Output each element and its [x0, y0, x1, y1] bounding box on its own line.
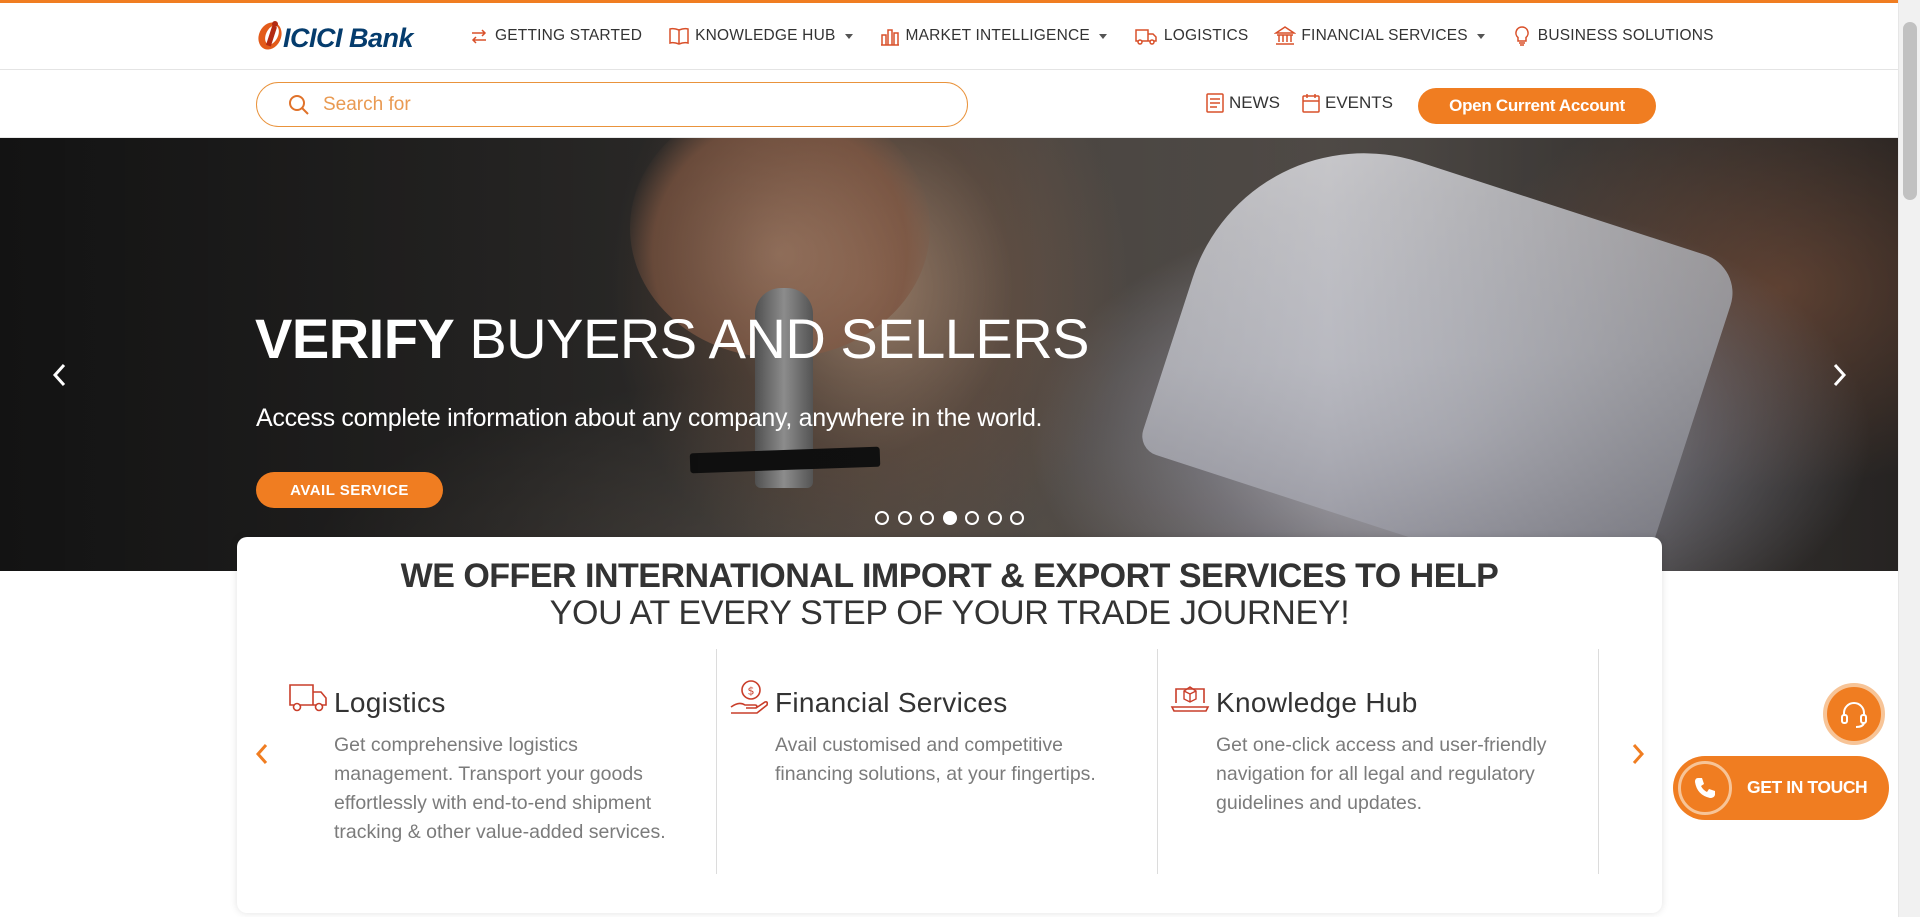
logo-text: ICICI Bank [283, 22, 414, 53]
truck-icon [289, 684, 327, 712]
truck-icon [1135, 29, 1157, 45]
nav-market-intelligence[interactable]: MARKET INTELLIGENCE [879, 25, 1107, 47]
lightbulb-icon [1515, 26, 1529, 46]
news-icon [1206, 93, 1224, 113]
icici-logo-mark-icon [255, 17, 287, 53]
nav-business-solutions[interactable]: BUSINESS SOLUTIONS [1511, 25, 1714, 47]
svg-text:$: $ [748, 685, 755, 698]
services-offer-card: WE OFFER INTERNATIONAL IMPORT & EXPORT S… [237, 537, 1662, 913]
services-next-button[interactable] [1625, 739, 1651, 769]
chevron-left-icon [255, 744, 268, 764]
nav-logistics[interactable]: LOGISTICS [1133, 25, 1248, 47]
service-description: Get comprehensive logistics management. … [334, 734, 666, 843]
chevron-right-icon [1833, 363, 1847, 387]
hero-title: VERIFY BUYERS AND SELLERS [255, 306, 1090, 371]
service-divider [716, 649, 717, 874]
hero-title-rest: BUYERS AND SELLERS [469, 307, 1090, 370]
nav-financial-services[interactable]: FINANCIAL SERVICES [1274, 25, 1485, 47]
service-card-knowledge-hub[interactable]: Knowledge Hub Get one-click access and u… [1164, 647, 1604, 870]
carousel-dot-4[interactable] [942, 511, 957, 525]
money-hand-icon: $ [730, 680, 769, 714]
service-divider [1598, 649, 1599, 874]
service-description: Get one-click access and user-friendly n… [1216, 734, 1547, 814]
carousel-dot-5[interactable] [965, 511, 979, 525]
carousel-prev-button[interactable] [45, 360, 75, 390]
avail-service-button[interactable]: AVAIL SERVICE [256, 472, 443, 508]
events-link[interactable]: EVENTS [1301, 92, 1393, 114]
nav-knowledge-hub-label: KNOWLEDGE HUB [695, 27, 836, 44]
carousel-dot-2[interactable] [897, 511, 912, 525]
chevron-down-icon [1098, 33, 1107, 39]
service-card-logistics[interactable]: Logistics Get comprehensive logistics ma… [282, 647, 722, 870]
phone-icon [1695, 778, 1715, 798]
nav-getting-started-label: GETTING STARTED [495, 27, 643, 44]
carousel-next-button[interactable] [1824, 360, 1854, 390]
service-divider [1157, 649, 1158, 874]
hero-subtitle: Access complete information about any co… [256, 404, 1043, 432]
page-scrollbar[interactable] [1898, 0, 1920, 917]
bank-icon [1274, 26, 1297, 45]
open-current-account-button[interactable]: Open Current Account [1418, 88, 1656, 124]
carousel-dot-7[interactable] [1010, 511, 1024, 525]
service-card-financial-services[interactable]: $ Financial Services Avail customised an… [723, 647, 1163, 870]
search-bar-row: NEWS EVENTS Open Current Account [0, 71, 1898, 138]
icici-bank-logo[interactable]: ICICI Bank [255, 16, 414, 54]
main-navigation-bar: ICICI Bank GETTING STARTED KNOWLEDGE HUB… [0, 3, 1898, 70]
laptop-box-icon [1170, 686, 1210, 712]
nav-getting-started[interactable]: GETTING STARTED [468, 25, 642, 47]
nav-logistics-label: LOGISTICS [1163, 27, 1249, 44]
nav-business-solutions-label: BUSINESS SOLUTIONS [1537, 27, 1714, 44]
headset-icon [1841, 702, 1867, 728]
get-in-touch-label: GET IN TOUCH [1747, 777, 1868, 797]
chevron-down-icon [844, 33, 853, 39]
service-title: Logistics [334, 687, 446, 718]
news-link[interactable]: NEWS [1205, 92, 1280, 114]
service-title: Knowledge Hub [1216, 687, 1418, 718]
nav-market-intelligence-label: MARKET INTELLIGENCE [905, 27, 1090, 44]
primary-menu: GETTING STARTED KNOWLEDGE HUB MARKET INT… [468, 25, 1740, 47]
phone-icon-circle [1678, 761, 1732, 815]
hero-carousel: VERIFY BUYERS AND SELLERS Access complet… [0, 138, 1898, 571]
events-label: EVENTS [1325, 93, 1394, 112]
support-chat-button[interactable] [1823, 683, 1885, 745]
offer-heading-line-2: YOU AT EVERY STEP OF YOUR TRADE JOURNEY! [549, 594, 1350, 632]
carousel-dot-1[interactable] [875, 511, 889, 525]
chevron-left-icon [52, 363, 66, 387]
offer-heading-line-1: WE OFFER INTERNATIONAL IMPORT & EXPORT S… [400, 557, 1499, 595]
scrollbar-thumb[interactable] [1903, 22, 1917, 200]
chevron-down-icon [1476, 33, 1485, 39]
service-title: Financial Services [775, 687, 1008, 718]
carousel-dot-3[interactable] [920, 511, 934, 525]
nav-financial-services-label: FINANCIAL SERVICES [1301, 27, 1468, 44]
search-box[interactable] [256, 82, 968, 127]
service-description: Avail customised and competitive financi… [775, 734, 1096, 785]
calendar-icon [1302, 94, 1320, 113]
services-prev-button[interactable] [249, 739, 275, 769]
carousel-dot-6[interactable] [987, 511, 1002, 525]
search-input[interactable] [323, 93, 923, 116]
search-icon[interactable] [287, 93, 311, 117]
get-in-touch-button[interactable]: GET IN TOUCH [1673, 756, 1889, 820]
chevron-right-icon [1632, 744, 1645, 764]
book-icon [669, 27, 689, 45]
news-label: NEWS [1229, 93, 1280, 112]
hero-title-bold: VERIFY [255, 307, 455, 370]
arrows-exchange-icon [471, 29, 487, 44]
bar-chart-icon [880, 29, 899, 46]
nav-knowledge-hub[interactable]: KNOWLEDGE HUB [668, 25, 853, 47]
carousel-indicators [875, 511, 1033, 525]
